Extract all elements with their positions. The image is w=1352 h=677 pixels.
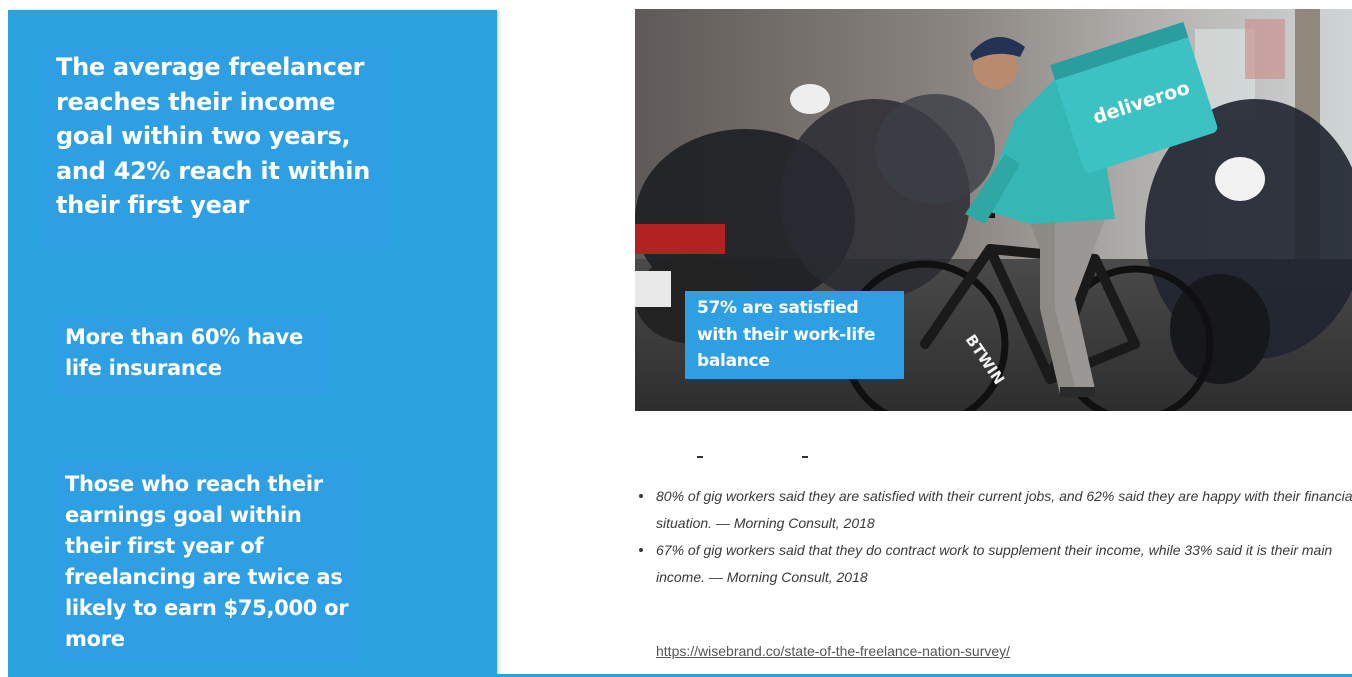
bullet-icon xyxy=(639,548,643,552)
slide: The average freelancer reaches their inc… xyxy=(0,0,1352,677)
stats-panel: The average freelancer reaches their inc… xyxy=(8,10,497,677)
stats-bullet-list: 80% of gig workers said they are satisfi… xyxy=(637,483,1352,591)
dash-mark xyxy=(802,456,808,458)
photo-caption-satisfaction: 57% are satisfied with their work-life b… xyxy=(685,291,904,379)
bullet-text: 67% of gig workers said that they do con… xyxy=(656,542,1333,585)
stat-life-insurance: More than 60% have life insurance xyxy=(52,314,330,396)
heading-dashes xyxy=(690,456,820,470)
delivery-cyclist-photo: BTWIN deliveroo 57% are satisfied with t… xyxy=(635,9,1352,411)
source-link[interactable]: https://wisebrand.co/state-of-the-freela… xyxy=(656,643,1010,659)
bullet-icon xyxy=(639,494,643,498)
dash-mark xyxy=(697,456,703,458)
list-item: 67% of gig workers said that they do con… xyxy=(637,537,1352,591)
bullet-text: 80% of gig workers said they are satisfi… xyxy=(656,488,1352,531)
stat-earnings-goal: Those who reach their earnings goal with… xyxy=(52,462,360,662)
list-item: 80% of gig workers said they are satisfi… xyxy=(637,483,1352,537)
stat-income-goal: The average freelancer reaches their inc… xyxy=(42,48,388,248)
